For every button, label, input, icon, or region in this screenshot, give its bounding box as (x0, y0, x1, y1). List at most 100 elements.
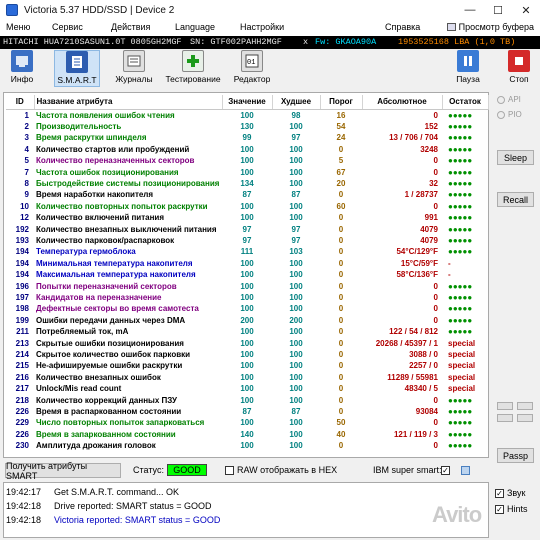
table-row[interactable]: 3 Время раскрутки шпинделя 99 97 24 13 / 706 … (6, 132, 488, 143)
attr-worst: 97 (291, 235, 301, 245)
menu-help[interactable]: Справка (385, 22, 420, 32)
device-info-bar: HITACHI HUA7210SASUN1.0T 0805GH2MGF SN: … (0, 36, 540, 49)
testing-icon (182, 50, 204, 72)
attr-worst: 100 (289, 213, 303, 223)
attr-remaining: - (448, 258, 451, 268)
menu-actions[interactable]: Действия (111, 22, 150, 32)
menu-service[interactable]: Сервис (52, 22, 83, 32)
passp-button[interactable]: Passp (497, 448, 534, 463)
col-header-worst[interactable]: Худшее (272, 95, 321, 110)
logs-label: Журналы (115, 74, 153, 84)
table-row[interactable]: 2 Производительность 130 100 54 152 ●●●●● (6, 121, 488, 132)
attr-id: 3 (24, 133, 29, 143)
attr-value: 111 (240, 247, 254, 257)
table-row[interactable]: 196 Попытки переназначений секторов 100 100… (6, 281, 488, 292)
col-header-threshold[interactable]: Порог (320, 95, 363, 110)
table-row[interactable]: 216 Количество внезапных ошибок 100 100 0 112… (6, 372, 488, 383)
attr-raw: 0 (433, 167, 438, 177)
table-row[interactable]: 214 Скрытое количество ошибок парковки 100… (6, 349, 488, 360)
info-button[interactable]: Инфо (6, 50, 38, 87)
col-header-value[interactable]: Значение (222, 95, 273, 110)
pio-radio[interactable]: PIO (497, 110, 522, 119)
table-row[interactable]: 213 Скрытые ошибки позиционирования 100 100… (6, 338, 488, 349)
editor-button[interactable]: 01 Редактор (232, 50, 272, 87)
attr-remaining: - (448, 270, 451, 280)
table-row[interactable]: 192 Количество внезапных выключений питан… (6, 224, 488, 235)
table-row[interactable]: 5 Количество переназначенных секторов 100 1… (6, 155, 488, 166)
col-header-remaining[interactable]: Остаток (442, 95, 489, 110)
maximize-button[interactable]: ☐ (484, 0, 512, 20)
menu-main[interactable]: Меню (6, 22, 30, 32)
device-close-x[interactable]: x (303, 37, 308, 47)
attr-name: Количество стартов или пробуждений (36, 144, 190, 154)
attr-remaining: special (448, 361, 476, 371)
attr-remaining: ●●●●● (448, 304, 473, 314)
raw-hex-checkbox[interactable]: RAW отображать в HEX (225, 465, 337, 475)
device-model: HITACHI HUA7210SASUN1.0T 0805GH2MGF (3, 37, 182, 47)
mini-button-4[interactable] (517, 414, 533, 422)
menu-language[interactable]: Language (175, 22, 215, 32)
mini-button-1[interactable] (497, 402, 513, 410)
attr-threshold: 5 (338, 156, 344, 166)
ibm-smart-indicator (461, 466, 470, 475)
mini-button-2[interactable] (517, 402, 533, 410)
col-header-id[interactable]: ID (6, 95, 35, 110)
table-row[interactable]: 194 Максимальная температура накопителя 10… (6, 269, 488, 280)
close-button[interactable]: ✕ (512, 0, 540, 20)
attr-remaining: ●●●●● (448, 167, 473, 177)
attr-name: Минимальная температура накопителя (36, 258, 193, 268)
hints-checkbox[interactable]: ✓ Hints (495, 504, 528, 514)
attr-threshold: 0 (338, 372, 344, 382)
table-row[interactable]: 194 Минимальная температура накопителя 100… (6, 258, 488, 269)
table-row[interactable]: 215 Не-афишируемые ошибки раскрутки 100 100… (6, 360, 488, 371)
table-row[interactable]: 226 Время в распаркованном состоянии 87 87 0… (6, 406, 488, 417)
table-row[interactable]: 199 Ошибки передачи данных через DMA 200 20… (6, 315, 488, 326)
table-row[interactable]: 230 Амплитуда дрожания головок 100 100 0 0 ●●●… (6, 440, 488, 451)
table-row[interactable]: 9 Время наработки накопителя 87 87 0 1 / 2873… (6, 189, 488, 200)
logs-button[interactable]: Журналы (114, 50, 154, 87)
mini-button-3[interactable] (497, 414, 513, 422)
log-line: 19:42:17 Get S.M.A.R.T. command... OK (6, 487, 179, 497)
table-row[interactable]: 217 Unlock/Mis read count 100 100 0 48340 / 5… (6, 383, 488, 394)
api-radio[interactable]: API (497, 95, 521, 104)
window-controls: — ☐ ✕ (456, 0, 540, 20)
smart-button[interactable]: S.M.A.R.T (54, 50, 100, 87)
table-row[interactable]: 4 Количество стартов или пробуждений 100 10… (6, 144, 488, 155)
attr-worst: 100 (289, 327, 303, 337)
table-row[interactable]: 10 Количество повторных попыток раскрутки… (6, 201, 488, 212)
stop-label: Стоп (509, 74, 529, 84)
table-row[interactable]: 8 Быстродействие системы позиционирования… (6, 178, 488, 189)
menu-settings[interactable]: Настройки (240, 22, 284, 32)
attr-name: Температура гермоблока (36, 247, 136, 257)
pause-button[interactable]: Пауза (454, 50, 482, 87)
table-row[interactable]: 1 Частота появления ошибок чтения 100 98 16 0… (6, 109, 488, 121)
table-row[interactable]: 197 Кандидатов на переназначение 100 100 0 0 ●… (6, 292, 488, 303)
minimize-button[interactable]: — (456, 0, 484, 20)
sound-checkbox[interactable]: ✓ Звук (495, 488, 525, 498)
col-header-raw[interactable]: Абсолютное (362, 95, 443, 110)
table-row[interactable]: 229 Число повторных попыток запарковаться… (6, 417, 488, 428)
device-lba: 1953525168 LBA (1,0 TB) (398, 37, 516, 47)
get-smart-button[interactable]: Получить атрибуты SMART (5, 461, 121, 481)
table-row[interactable]: 211 Потребляемый ток, mA 100 100 0 122 / 54 /… (6, 326, 488, 337)
col-header-name[interactable]: Название атрибута (34, 95, 223, 110)
table-row[interactable]: 193 Количество парковок/распарковок 97 97 0 4… (6, 235, 488, 246)
table-row[interactable]: 226 Время в запаркованном состоянии 140 100… (6, 429, 488, 440)
recall-button[interactable]: Recall (497, 192, 534, 207)
attr-value: 100 (240, 293, 254, 302)
ibm-smart-checkbox[interactable]: ✓ (441, 466, 450, 475)
table-row[interactable]: 218 Количество коррекций данных ПЗУ 100 100… (6, 395, 488, 406)
testing-button[interactable]: Тестирование (164, 50, 222, 87)
raw-hex-box (225, 465, 234, 475)
sleep-button[interactable]: Sleep (497, 150, 534, 165)
attr-worst: 100 (289, 441, 303, 451)
table-row[interactable]: 198 Дефектные секторы во время самотеста 1… (6, 303, 488, 314)
table-row[interactable]: 7 Частота ошибок позиционирования 100 100 67… (6, 167, 488, 178)
attr-worst: 100 (289, 338, 303, 348)
attr-raw: 13 / 706 / 704 (389, 133, 438, 143)
stop-button[interactable]: Стоп (505, 50, 533, 87)
table-row[interactable]: 12 Количество включений питания 100 100 0 991… (6, 212, 488, 223)
table-row[interactable]: 194 Температура гермоблока 111 103 0 54°C/129… (6, 246, 488, 257)
buffer-view-menu[interactable]: Просмотр буфера (446, 22, 534, 32)
attr-worst: 100 (289, 281, 303, 291)
